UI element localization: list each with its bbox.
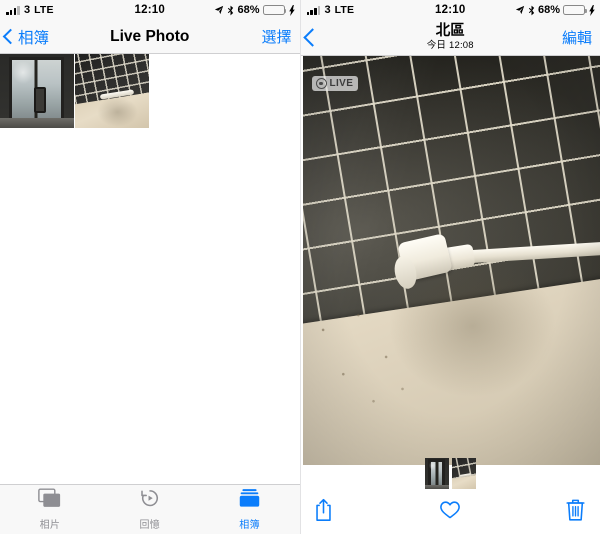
tab-photos-label: 相片 xyxy=(39,520,61,531)
navigation-bar: 北區 今日 12:08 編輯 xyxy=(300,20,600,56)
photos-stack-icon xyxy=(38,488,61,513)
battery-percent-label: 68% xyxy=(237,4,260,16)
tab-memories-label: 回憶 xyxy=(139,520,161,531)
page-title-block: 北區 今日 12:08 xyxy=(301,22,600,52)
favorite-button[interactable] xyxy=(433,495,467,529)
live-photo-icon xyxy=(315,78,327,89)
bluetooth-icon xyxy=(528,5,535,16)
grid-thumbnail-macbook-keyboard[interactable] xyxy=(75,54,149,128)
select-button[interactable]: 選擇 xyxy=(261,26,291,47)
status-bar-right: 68% xyxy=(214,4,295,16)
left-screen-photos-album-grid: 3 LTE 12:10 68% 相簿 Live Photo 選擇 相片 回憶 相… xyxy=(0,0,300,534)
filmstrip-thumbnail-macbook-keyboard[interactable] xyxy=(451,458,476,489)
filmstrip-thumbnail-glass-door[interactable] xyxy=(424,458,449,489)
page-title: 北區 xyxy=(435,22,465,39)
grid-thumbnail-glass-door[interactable] xyxy=(0,54,74,128)
back-button[interactable] xyxy=(302,28,322,47)
back-button-label: 相簿 xyxy=(18,29,50,47)
status-bar: 3 LTE 12:10 68% xyxy=(0,0,300,20)
charging-bolt-icon xyxy=(288,4,295,16)
tab-bar: 相片 回憶 相簿 xyxy=(0,484,300,534)
status-bar-right: 68% xyxy=(515,4,595,16)
tab-albums[interactable]: 相簿 xyxy=(200,485,300,534)
memories-clock-play-icon xyxy=(139,488,161,513)
macbook-keyboard-image xyxy=(451,458,476,489)
battery-icon xyxy=(262,4,287,16)
albums-book-icon xyxy=(238,488,261,513)
macbook-keyboard-photo xyxy=(302,56,600,465)
photo-grid xyxy=(0,54,300,128)
status-bar: 3 LTE 12:10 68% xyxy=(300,0,600,20)
battery-percent-label: 68% xyxy=(537,4,560,16)
charging-bolt-icon xyxy=(589,4,595,16)
page-subtitle-datetime: 今日 12:08 xyxy=(426,40,474,52)
location-arrow-icon xyxy=(515,5,525,15)
bluetooth-icon xyxy=(227,5,234,16)
battery-icon xyxy=(563,4,587,16)
right-screen-photo-detail: 3 LTE 12:10 68% 北區 今日 12:08 編輯 LIVE xyxy=(299,0,600,534)
dual-screenshot-container: 3 LTE 12:10 68% 相簿 Live Photo 選擇 相片 回憶 相… xyxy=(0,0,600,534)
trash-icon xyxy=(565,498,585,527)
glass-door-image xyxy=(0,54,74,128)
location-arrow-icon xyxy=(214,5,224,15)
tab-photos[interactable]: 相片 xyxy=(0,485,100,534)
chevron-left-icon xyxy=(302,28,322,47)
share-button[interactable] xyxy=(307,495,341,529)
back-button-albums[interactable]: 相簿 xyxy=(2,26,50,48)
heart-icon xyxy=(439,500,461,525)
tab-albums-label: 相簿 xyxy=(239,520,260,531)
glass-door-image xyxy=(424,458,449,489)
live-photo-badge[interactable]: LIVE xyxy=(311,76,359,91)
photo-action-toolbar xyxy=(300,490,600,534)
live-photo-label: LIVE xyxy=(329,78,354,89)
macbook-keyboard-image xyxy=(75,54,149,128)
delete-button[interactable] xyxy=(558,495,592,529)
edit-button[interactable]: 編輯 xyxy=(562,27,592,48)
photo-viewer[interactable]: LIVE xyxy=(302,56,600,465)
share-icon xyxy=(314,498,333,527)
chevron-left-icon xyxy=(2,28,19,45)
navigation-bar: 相簿 Live Photo 選擇 xyxy=(0,20,300,54)
tab-memories[interactable]: 回憶 xyxy=(100,485,200,534)
photo-filmstrip xyxy=(301,457,600,490)
